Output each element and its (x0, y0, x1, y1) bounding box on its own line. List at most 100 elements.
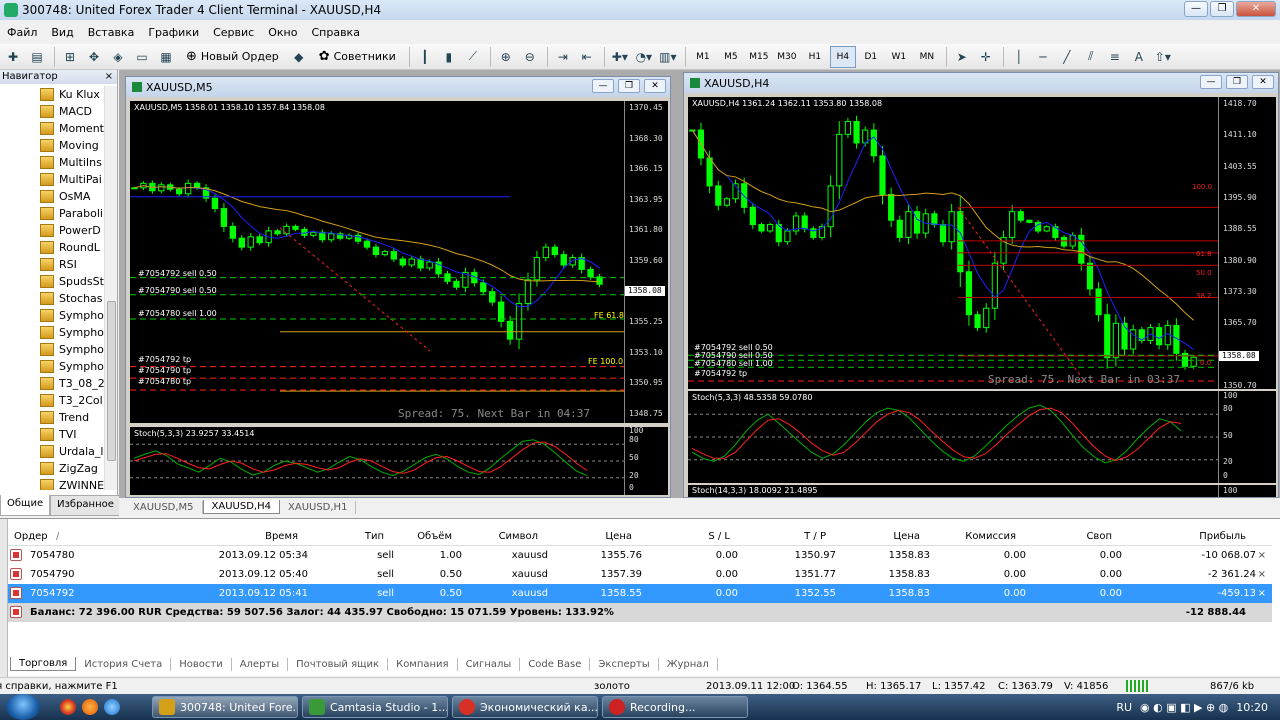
col-type[interactable]: Тип (338, 531, 384, 542)
col-time[interactable]: Время (208, 531, 298, 542)
trendline-icon[interactable]: ╱ (1056, 46, 1078, 68)
vertical-line-icon[interactable]: │ (1008, 46, 1030, 68)
navigator-close-icon[interactable]: × (105, 70, 113, 84)
menu-charts[interactable]: Графики (141, 26, 206, 39)
tf-mn[interactable]: MN (914, 46, 940, 68)
minimize-button[interactable]: — (592, 79, 614, 93)
tab-trade[interactable]: Торговля (10, 657, 77, 671)
close-order-icon[interactable]: × (1258, 569, 1266, 580)
task-camtasia[interactable]: Camtasia Studio - 1... (302, 696, 448, 718)
navigator-item[interactable]: Moving (0, 137, 104, 154)
horizontal-line-icon[interactable]: ─ (1032, 46, 1054, 68)
bar-chart-icon[interactable]: ┃ (414, 46, 436, 68)
navigator-item[interactable]: RSI (0, 256, 104, 273)
tf-m15[interactable]: M15 (746, 46, 772, 68)
price-chart-m5[interactable]: XAUUSD,M5 1358.01 1358.10 1357.84 1358.0… (130, 101, 624, 423)
tab-signals[interactable]: Сигналы (458, 657, 521, 671)
candles-icon[interactable]: ▮ (438, 46, 460, 68)
chart-window-m5[interactable]: XAUUSD,M5 — ❐ ✕ XAUUSD,M5 1358.01 1358.1… (125, 76, 671, 498)
channel-icon[interactable]: ⫽ (1080, 46, 1102, 68)
navigator-icon[interactable]: ◈ (107, 46, 129, 68)
new-chart-icon[interactable]: ✚ (2, 46, 24, 68)
tab-xauusd-m5[interactable]: XAUUSD,M5 (125, 500, 203, 514)
tf-m1[interactable]: M1 (690, 46, 716, 68)
scroll-thumb[interactable] (107, 301, 116, 461)
navigator-item[interactable]: MACD (0, 103, 104, 120)
table-row[interactable]: 7054790 2013.09.12 05:40 sell 0.50 xauusd 135… (8, 565, 1272, 584)
col-volume[interactable]: Объём (398, 531, 452, 542)
navigator-item[interactable]: ZigZag (0, 460, 104, 477)
tab-code-base[interactable]: Code Base (520, 657, 591, 671)
navigator-item[interactable]: Ku Klux (0, 86, 104, 103)
chart-shift-icon[interactable]: ⇤ (576, 46, 598, 68)
templates-icon[interactable]: ▥▾ (657, 46, 679, 68)
line-chart-icon[interactable]: ⟋ (462, 46, 484, 68)
nav-tab-favorites[interactable]: Избранное (50, 495, 121, 516)
periods-icon[interactable]: ◔▾ (633, 46, 655, 68)
tab-account-history[interactable]: История Счета (76, 657, 172, 671)
clock[interactable]: 10:20 (1236, 701, 1268, 714)
start-button[interactable] (6, 694, 40, 720)
autoscroll-icon[interactable]: ⇥ (552, 46, 574, 68)
tf-h1[interactable]: H1 (802, 46, 828, 68)
navigator-item[interactable]: T3_08_2 (0, 375, 104, 392)
menu-insert[interactable]: Вставка (81, 26, 142, 39)
zoom-out-icon[interactable]: ⊖ (519, 46, 541, 68)
navigator-item[interactable]: Moment (0, 120, 104, 137)
col-symbol[interactable]: Символ (478, 531, 538, 542)
menu-window[interactable]: Окно (261, 26, 304, 39)
data-window-icon[interactable]: ✥ (83, 46, 105, 68)
navigator-item[interactable]: OsMA (0, 188, 104, 205)
price-chart-h4[interactable]: XAUUSD,H4 1361.24 1362.11 1353.80 1358.0… (688, 97, 1218, 389)
col-current-price[interactable]: Цена (858, 531, 920, 542)
navigator-item[interactable]: Urdala_l (0, 443, 104, 460)
col-sl[interactable]: S / L (668, 531, 730, 542)
zoom-in-icon[interactable]: ⊕ (495, 46, 517, 68)
menu-tools[interactable]: Сервис (206, 26, 261, 39)
close-order-icon[interactable]: × (1258, 550, 1266, 561)
close-button[interactable]: ✕ (644, 79, 666, 93)
minimize-button[interactable]: — (1184, 1, 1208, 17)
task-recording[interactable]: Recording... (602, 696, 748, 718)
tf-m30[interactable]: M30 (774, 46, 800, 68)
meta-editor-icon[interactable]: ◆ (288, 46, 310, 68)
col-profit[interactable]: Прибыль (1168, 531, 1246, 542)
stoch-chart-h4[interactable]: Stoch(5,3,3) 48.5358 59.0780 (688, 391, 1218, 483)
menu-view[interactable]: Вид (44, 26, 80, 39)
tab-journal[interactable]: Журнал (659, 657, 718, 671)
tf-w1[interactable]: W1 (886, 46, 912, 68)
language-indicator[interactable]: RU (1116, 701, 1132, 714)
navigator-item[interactable]: RoundL (0, 239, 104, 256)
navigator-item[interactable]: Sympho (0, 358, 104, 375)
navigator-item[interactable]: Sympho (0, 307, 104, 324)
maximize-button[interactable]: ❐ (618, 79, 640, 93)
stoch2-chart-h4[interactable]: Stoch(14,3,3) 18.0092 21.4895 (688, 485, 1218, 497)
navigator-item[interactable]: Paraboli (0, 205, 104, 222)
navigator-item[interactable]: PowerD (0, 222, 104, 239)
col-swap[interactable]: Своп (1048, 531, 1112, 542)
tab-company[interactable]: Компания (388, 657, 458, 671)
fibonacci-icon[interactable]: ≡ (1104, 46, 1126, 68)
chart-window-h4[interactable]: XAUUSD,H4 — ❐ ✕ XAUUSD,H4 1361.24 1362.1… (683, 72, 1279, 498)
chart-window-titlebar[interactable]: XAUUSD,H4 — ❐ ✕ (684, 73, 1278, 93)
tray-icons[interactable]: ◉ ◐ ▣ ◧ ▶ ⊕ ◍ (1140, 701, 1228, 714)
menu-file[interactable]: Файл (0, 26, 44, 39)
chrome-icon[interactable] (60, 699, 76, 715)
col-commission[interactable]: Комиссия (938, 531, 1016, 542)
navigator-item[interactable]: SpudsSt (0, 273, 104, 290)
navigator-item[interactable]: Sympho (0, 324, 104, 341)
ie-icon[interactable] (104, 699, 120, 715)
new-order-button[interactable]: ⊕ Новый Ордер (179, 46, 286, 68)
col-order[interactable]: Ордер (14, 531, 48, 542)
navigator-item[interactable]: Stochas (0, 290, 104, 307)
col-price[interactable]: Цена (568, 531, 632, 542)
tab-mailbox[interactable]: Почтовый ящик (288, 657, 389, 671)
tab-experts[interactable]: Эксперты (590, 657, 659, 671)
col-tp[interactable]: T / P (758, 531, 826, 542)
chart-window-titlebar[interactable]: XAUUSD,M5 — ❐ ✕ (126, 77, 670, 97)
terminal-icon[interactable]: ▭ (131, 46, 153, 68)
tf-d1[interactable]: D1 (858, 46, 884, 68)
tab-alerts[interactable]: Алерты (232, 657, 289, 671)
indicators-icon[interactable]: ✚▾ (609, 46, 631, 68)
terminal-side-handle[interactable] (0, 519, 8, 677)
